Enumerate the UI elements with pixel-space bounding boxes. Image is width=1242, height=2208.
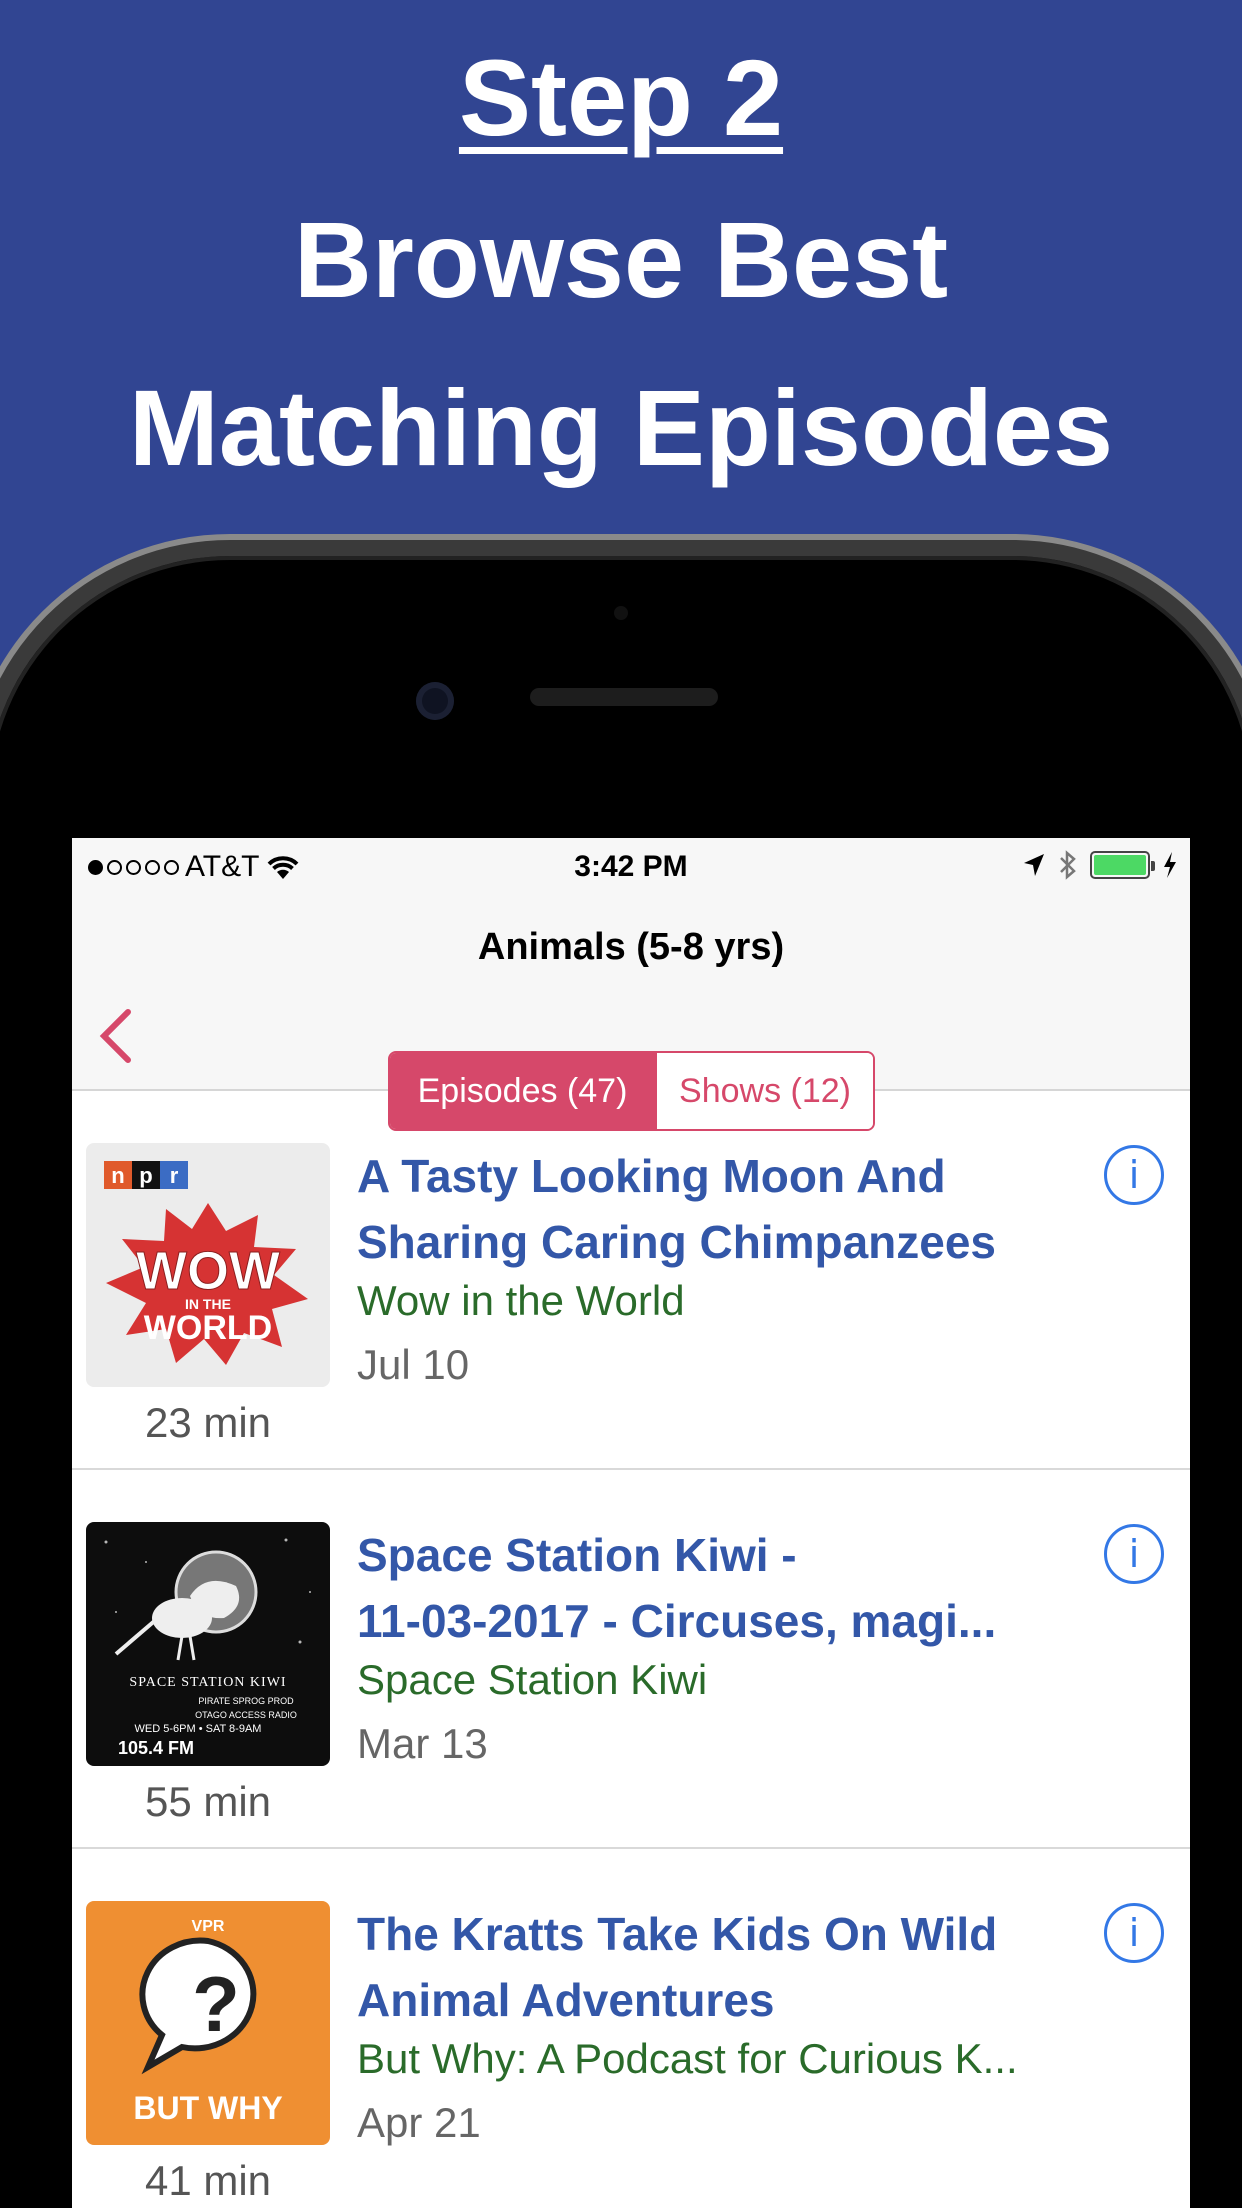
list-item[interactable]: VPR ? BUT WHY 41 min The Kratts Take Kid… <box>72 1849 1190 2208</box>
art-schedule-text: WED 5-6PM • SAT 8-9AM <box>135 1723 262 1735</box>
episode-title: The Kratts Take Kids On Wild Animal Adve… <box>357 1908 998 2026</box>
status-right <box>1022 850 1178 880</box>
headline-line-1: Browse Best <box>293 199 949 320</box>
step-label: Step 2 <box>458 37 784 158</box>
earpiece-speaker <box>530 688 718 706</box>
svg-text:n: n <box>111 1163 124 1188</box>
episode-date: Apr 21 <box>357 2099 481 2146</box>
art-producer-text: PIRATE SPROG PROD <box>198 1696 294 1706</box>
location-arrow-icon <box>1024 854 1044 876</box>
bluetooth-icon <box>1060 850 1076 880</box>
battery-icon <box>1090 851 1155 879</box>
svg-text:r: r <box>170 1163 179 1188</box>
show-name: Wow in the World <box>357 1277 685 1324</box>
episode-duration: 23 min <box>144 1399 272 1446</box>
front-camera-icon <box>416 682 454 720</box>
episode-duration: 55 min <box>144 1778 272 1825</box>
phone-screen: AT&T 3:42 PM Animals (5-8 yrs) Episodes … <box>72 838 1190 2208</box>
episode-title: Space Station Kiwi - 11-03-2017 - Circus… <box>357 1529 997 1647</box>
episode-date: Jul 10 <box>357 1341 470 1388</box>
headline-line-2: Matching Episodes <box>128 367 1114 488</box>
but-why-artwork: VPR ? BUT WHY <box>86 1901 330 2145</box>
show-name: Space Station Kiwi <box>357 1656 708 1703</box>
list-item[interactable]: SPACE STATION KIWI PIRATE SPROG PROD OTA… <box>72 1470 1190 1849</box>
episode-list: n p r WOW IN THE WORLD 23 min A Tasty Lo… <box>72 1091 1190 2208</box>
space-station-kiwi-artwork: SPACE STATION KIWI PIRATE SPROG PROD OTA… <box>86 1522 330 1766</box>
show-name: But Why: A Podcast for Curious K... <box>357 2035 1018 2082</box>
art-title-text: SPACE STATION KIWI <box>129 1675 286 1690</box>
proximity-sensor <box>614 606 628 620</box>
art-vpr-text: VPR <box>192 1918 225 1935</box>
info-icon[interactable]: i <box>1104 1903 1164 1963</box>
list-item[interactable]: n p r WOW IN THE WORLD 23 min A Tasty Lo… <box>72 1091 1190 1470</box>
navigation-bar: Animals (5-8 yrs) Episodes (47) Shows (1… <box>72 896 1190 1131</box>
charging-bolt-icon <box>1164 852 1176 878</box>
chevron-left-icon[interactable] <box>96 1006 136 1066</box>
episode-title: A Tasty Looking Moon And Sharing Caring … <box>357 1150 997 1268</box>
wow-in-the-world-artwork: n p r WOW IN THE WORLD <box>86 1143 330 1387</box>
art-station-text: OTAGO ACCESS RADIO <box>195 1710 297 1720</box>
info-icon[interactable]: i <box>1104 1145 1164 1205</box>
episode-duration: 41 min <box>144 2157 272 2204</box>
svg-text:p: p <box>139 1163 152 1188</box>
status-bar: AT&T 3:42 PM <box>72 838 1190 896</box>
art-but-why-text: BUT WHY <box>133 2090 282 2126</box>
art-frequency-text: 105.4 FM <box>118 1738 194 1758</box>
art-question-mark-text: ? <box>192 1960 240 2048</box>
info-icon[interactable]: i <box>1104 1524 1164 1584</box>
nav-title: Animals (5-8 yrs) <box>477 926 785 968</box>
art-world-text: WORLD <box>144 1309 272 1347</box>
art-wow-text: WOW <box>136 1241 280 1301</box>
episode-date: Mar 13 <box>357 1720 488 1767</box>
